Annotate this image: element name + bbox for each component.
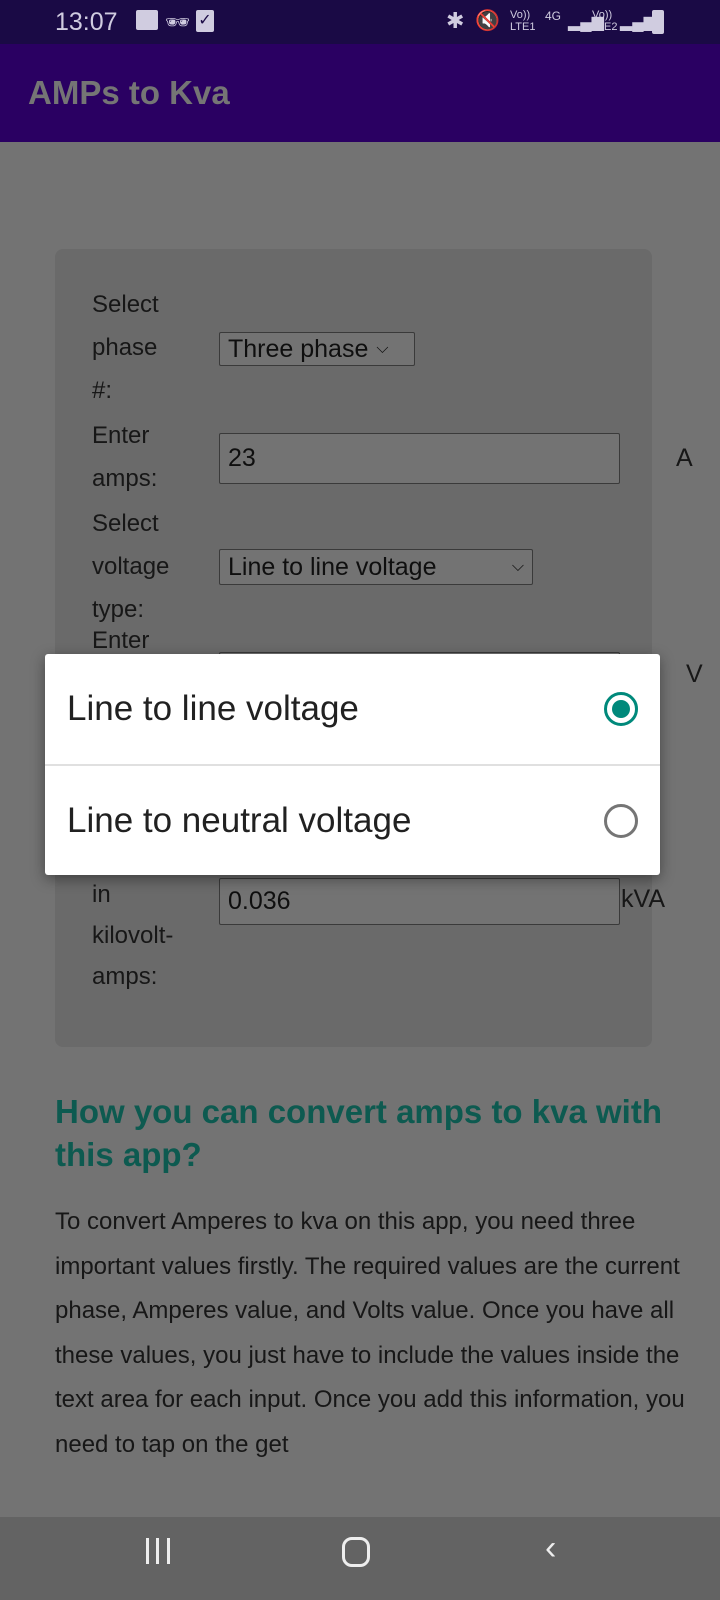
label-line: Select: [92, 291, 159, 318]
volte-lte2-icon: Vo)) LTE2: [592, 9, 618, 33]
voltage-type-label: Select voltage type:: [92, 502, 202, 631]
label-line: amps:: [92, 465, 158, 492]
result-unit: kVA: [621, 885, 665, 913]
option-label: Line to neutral voltage: [67, 801, 412, 840]
amps-input[interactable]: 23: [219, 433, 620, 484]
amps-unit: A: [676, 444, 693, 472]
signal-icon: ▂▄▆: [620, 14, 656, 31]
article-heading: How you can convert amps to kva with thi…: [55, 1093, 662, 1173]
label-line: voltage: [92, 553, 170, 580]
chevron-down-icon: ⌵: [511, 558, 524, 575]
app-bar: AMPs to Kva: [0, 44, 720, 142]
chevron-down-icon: ⌵: [376, 340, 389, 357]
mute-icon: 🔇: [475, 10, 500, 32]
radio-unselected-icon[interactable]: [604, 804, 638, 838]
status-bar: 13:07 🕶 ✓ ✱ 🔇 Vo)) LTE1 4G ▂▄▆ Vo)) LTE2 ▂…: [0, 0, 720, 44]
result-output[interactable]: 0.036: [219, 878, 620, 925]
back-icon[interactable]: ‹: [545, 1529, 556, 1568]
volts-unit: V: [686, 660, 703, 688]
option-line-to-neutral[interactable]: Line to neutral voltage: [45, 766, 660, 876]
article-body: To convert Amperes to kva on this app, y…: [55, 1208, 685, 1458]
phase-label: Select phase #:: [92, 283, 202, 412]
phase-select[interactable]: Three phase ⌵: [219, 332, 415, 366]
amps-input-value: 23: [228, 444, 256, 472]
checkbox-icon: ✓: [196, 10, 214, 32]
status-time: 13:07: [55, 8, 118, 36]
voltage-type-select[interactable]: Line to line voltage ⌵: [219, 549, 533, 585]
result-label: in kilovolt- amps:: [92, 874, 202, 997]
incognito-icon: 🕶: [165, 12, 191, 34]
result-value: 0.036: [228, 887, 291, 915]
app-title: AMPs to Kva: [28, 74, 230, 111]
label-line: phase: [92, 334, 158, 361]
4g-icon: 4G: [545, 9, 562, 23]
label-line: Enter: [92, 422, 150, 449]
phase-select-value: Three phase: [228, 334, 369, 363]
label-line: in: [92, 881, 111, 908]
label-line: #:: [92, 377, 113, 404]
option-label: Line to line voltage: [67, 689, 359, 728]
radio-selected-icon[interactable]: [604, 692, 638, 726]
label-line: type:: [92, 596, 145, 623]
amps-label: Enter amps:: [92, 414, 202, 500]
battery-icon: [652, 10, 664, 34]
home-icon[interactable]: [342, 1537, 370, 1567]
recent-apps-icon[interactable]: [146, 1538, 170, 1564]
voltage-type-dialog: Line to line voltage Line to neutral vol…: [45, 654, 660, 875]
image-icon: [136, 10, 158, 30]
option-line-to-line[interactable]: Line to line voltage: [45, 654, 660, 764]
voltage-type-select-value: Line to line voltage: [228, 552, 437, 581]
volts-label: Enter: [92, 627, 150, 654]
label-line: Select: [92, 510, 159, 537]
label-line: amps:: [92, 963, 158, 990]
volte-lte1-icon: Vo)) LTE1: [510, 9, 536, 33]
label-line: kilovolt-: [92, 922, 174, 949]
navigation-bar: ‹: [0, 1517, 720, 1600]
bluetooth-icon: ✱: [446, 8, 465, 33]
